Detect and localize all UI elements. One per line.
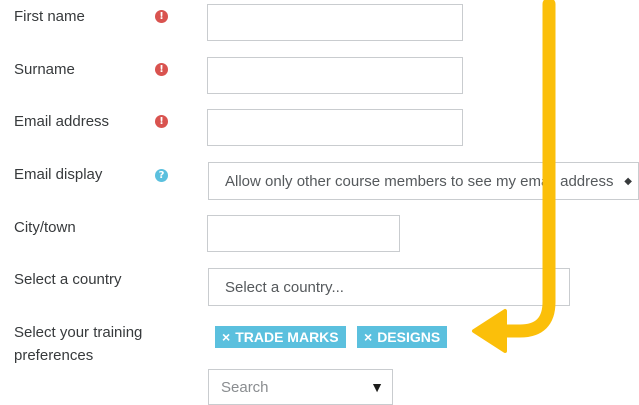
required-icon: ! [155, 10, 168, 23]
select-arrows-icon: ◆ [624, 176, 632, 187]
tag-label: TRADE MARKS [235, 329, 339, 345]
annotation-arrow-head [472, 309, 507, 353]
tag-remove-icon[interactable]: × [364, 329, 372, 345]
tag-trade-marks: × TRADE MARKS [215, 326, 346, 348]
email-display-select[interactable]: Allow only other course members to see m… [208, 162, 639, 200]
tag-designs: × DESIGNS [357, 326, 448, 348]
email-display-label: Email display [14, 166, 103, 183]
email-input[interactable] [207, 109, 463, 146]
tag-remove-icon[interactable]: × [222, 329, 230, 345]
surname-label: Surname [14, 61, 75, 78]
training-label-line2: preferences [14, 347, 94, 364]
training-search-input[interactable] [209, 370, 383, 404]
required-icon: ! [155, 63, 168, 76]
first-name-input[interactable] [207, 4, 463, 41]
help-icon[interactable]: ? [155, 169, 168, 182]
email-display-selected-value: Allow only other course members to see m… [225, 173, 614, 190]
country-select[interactable]: Select a country... [208, 268, 570, 306]
training-label-line1: Select your training [14, 324, 143, 341]
country-selected-value: Select a country... [225, 279, 344, 296]
city-input[interactable] [207, 215, 400, 252]
surname-input[interactable] [207, 57, 463, 94]
dropdown-caret-icon[interactable]: ▼ [370, 370, 384, 404]
first-name-label: First name [14, 8, 85, 25]
tag-label: DESIGNS [377, 329, 441, 345]
country-label: Select a country [14, 271, 122, 288]
required-icon: ! [155, 115, 168, 128]
city-label: City/town [14, 219, 76, 236]
email-label: Email address [14, 113, 110, 130]
